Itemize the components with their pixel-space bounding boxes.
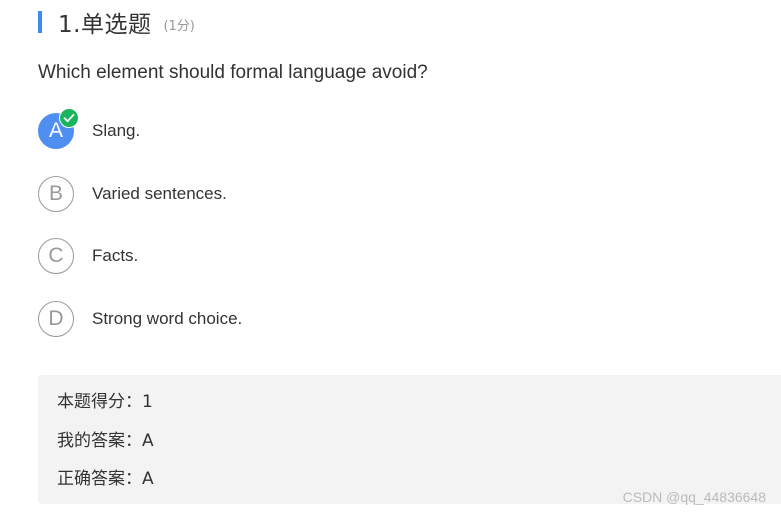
quiz-page: 1.单选题 (1分) Which element should formal l… [0,0,781,516]
option-a[interactable]: A Slang. [38,108,242,150]
question-score-result: 本题得分：1 [57,392,153,412]
option-letter-badge[interactable]: A [38,108,79,149]
header-accent-bar [38,11,42,33]
question-score: (1分) [163,18,195,34]
question-type-title: 1.单选题 [58,12,152,38]
option-letter: B [48,182,63,205]
option-d[interactable]: D Strong word choice. [38,300,242,338]
answer-result-panel: 本题得分：1 我的答案：A 正确答案：A [38,375,781,504]
option-letter-badge[interactable]: B [38,176,74,212]
option-text: Slang. [92,121,141,140]
option-letter: D [48,307,64,330]
csdn-watermark: CSDN @qq_44836648 [622,489,766,505]
check-icon [59,108,79,128]
option-list: A Slang. B Varied sentences. C Facts. D … [38,108,242,363]
option-text: Varied sentences. [92,184,227,203]
my-answer: 我的答案：A [57,430,154,451]
option-letter: C [48,244,64,267]
question-text: Which element should formal language avo… [38,62,428,83]
option-text: Strong word choice. [92,309,243,328]
option-letter-badge[interactable]: C [38,238,74,274]
option-c[interactable]: C Facts. [38,237,242,275]
option-letter-badge[interactable]: D [38,301,74,337]
option-b[interactable]: B Varied sentences. [38,175,242,213]
question-header: 1.单选题 (1分) [38,7,195,38]
option-text: Facts. [92,246,139,265]
